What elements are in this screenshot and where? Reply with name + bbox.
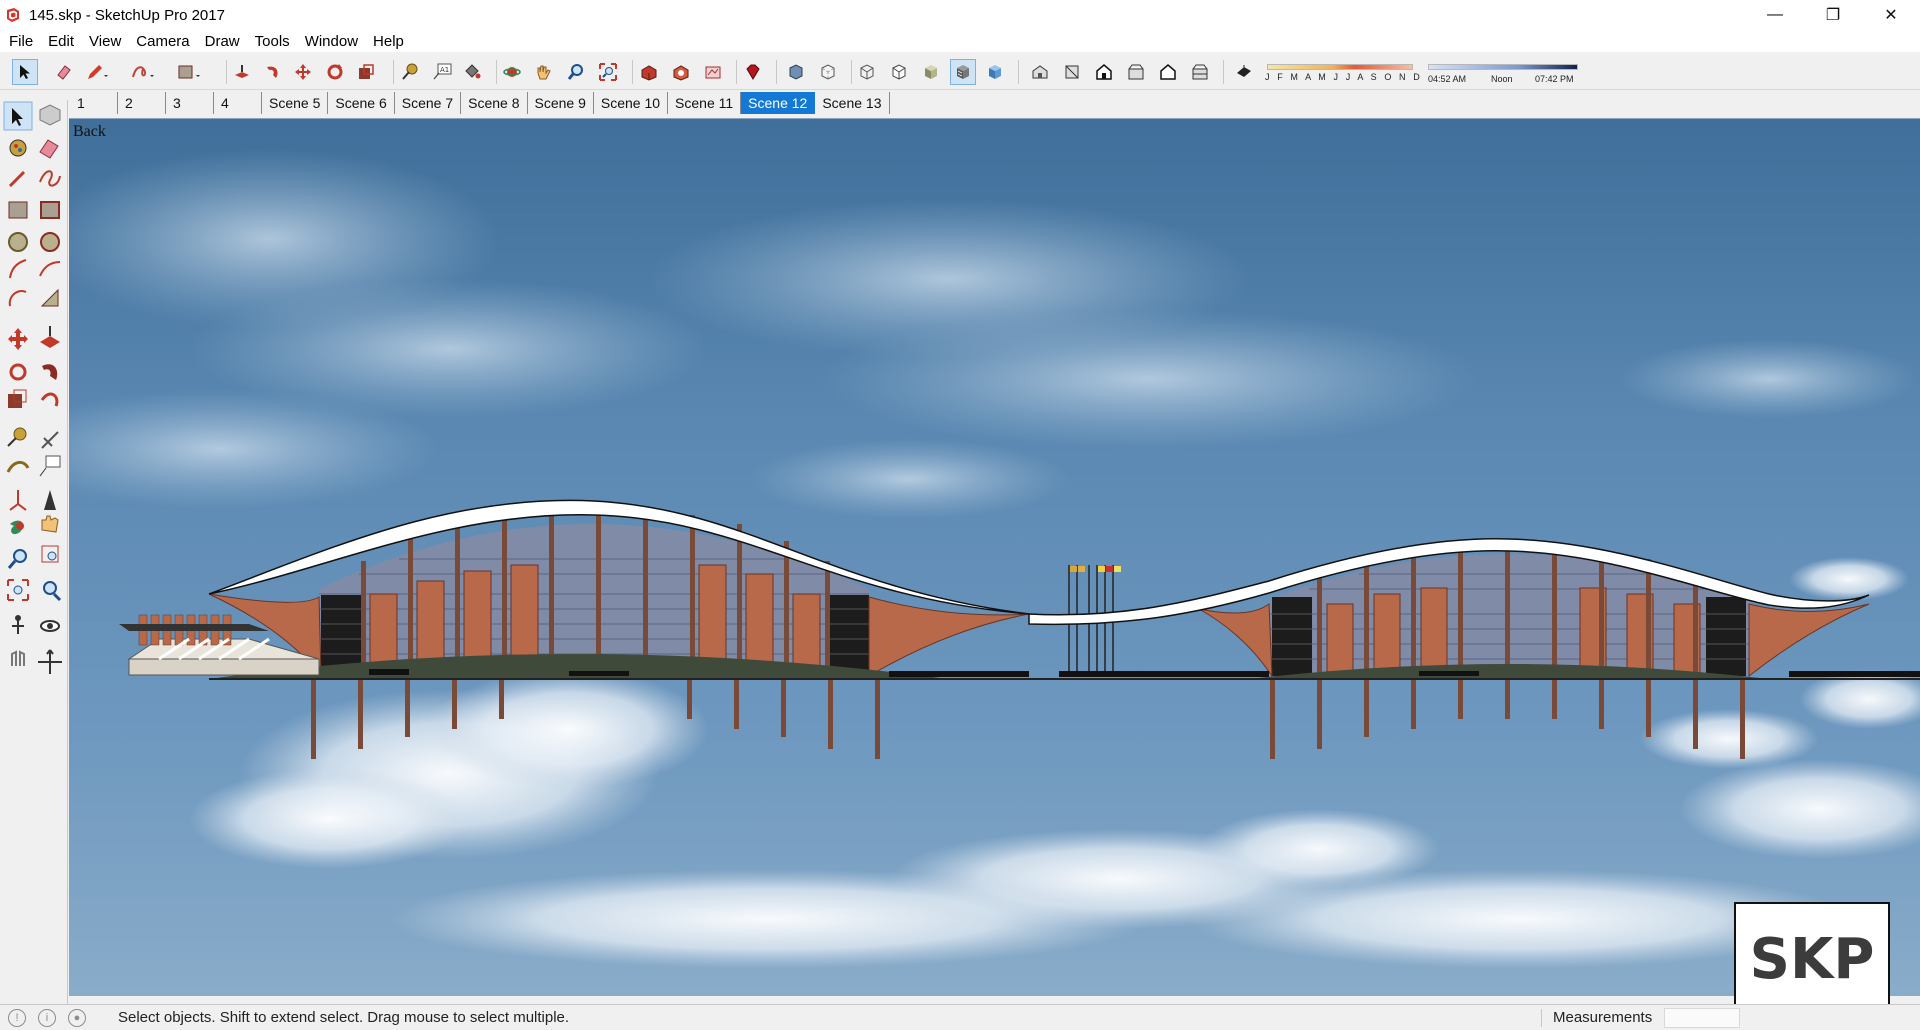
follow-me-icon[interactable] [260, 59, 286, 85]
minimize-button[interactable]: — [1746, 0, 1804, 30]
move-icon[interactable] [290, 59, 316, 85]
shadows-toggle-icon[interactable] [1231, 59, 1257, 85]
tape-measure-icon[interactable] [397, 59, 423, 85]
pan-icon[interactable] [530, 59, 556, 85]
menu-tools[interactable]: Tools [248, 33, 298, 50]
text-icon[interactable]: A1 [429, 59, 455, 85]
scene-tab-5[interactable]: Scene 5 [262, 92, 329, 114]
svg-text:A1: A1 [440, 66, 449, 74]
model-scene [69, 149, 1920, 969]
xray-icon[interactable] [783, 59, 809, 85]
iso-view-icon[interactable] [1027, 59, 1053, 85]
skp-watermark-logo: SKP [1734, 902, 1890, 1020]
front-view-icon[interactable] [1091, 59, 1117, 85]
menu-edit[interactable]: Edit [41, 33, 82, 50]
measurements-input[interactable] [1664, 1008, 1740, 1028]
extension-warehouse-icon[interactable] [668, 59, 694, 85]
time-noon-label: Noon [1491, 74, 1513, 84]
top-view-icon[interactable] [1059, 59, 1085, 85]
status-bar: ! i ● Select objects. Shift to extend se… [0, 1004, 1920, 1030]
scene-tab-10[interactable]: Scene 10 [594, 92, 669, 114]
warehouse-icon[interactable] [636, 59, 662, 85]
push-pull-icon[interactable] [229, 59, 255, 85]
main-toolbar: A1 [0, 52, 1920, 90]
ruby-icon[interactable] [740, 59, 766, 85]
rectangle-icon[interactable] [176, 59, 202, 85]
scene-tab-4[interactable]: 4 [214, 92, 262, 114]
monochrome-icon[interactable] [982, 59, 1008, 85]
measurements-label: Measurements [1553, 1009, 1653, 1026]
shaded-icon[interactable] [918, 59, 944, 85]
send-to-layout-icon[interactable] [700, 59, 726, 85]
model-viewport[interactable]: Back [69, 118, 1920, 996]
time-slider[interactable] [1428, 64, 1578, 70]
menu-window[interactable]: Window [298, 33, 366, 50]
back-view-icon[interactable] [1155, 59, 1181, 85]
menu-file[interactable]: File [2, 33, 41, 50]
menu-camera[interactable]: Camera [129, 33, 197, 50]
zoom-extents-icon[interactable] [595, 59, 621, 85]
scene-tab-13[interactable]: Scene 13 [815, 92, 890, 114]
freehand-icon[interactable] [130, 59, 156, 85]
scene-tab-3[interactable]: 3 [166, 92, 214, 114]
window-title: 145.skp - SketchUp Pro 2017 [29, 6, 225, 24]
paint-bucket-icon[interactable] [459, 59, 485, 85]
scene-tab-7[interactable]: Scene 7 [395, 92, 462, 114]
shaded-textures-icon[interactable] [950, 59, 976, 85]
scene-tabs: 1 2 3 4 Scene 5 Scene 6 Scene 7 Scene 8 … [70, 92, 890, 114]
menu-bar: File Edit View Camera Draw Tools Window … [0, 30, 1920, 52]
status-hint: Select objects. Shift to extend select. … [118, 1009, 570, 1026]
scene-tab-12[interactable]: Scene 12 [741, 92, 816, 114]
view-label: Back [73, 123, 106, 140]
scene-tab-9[interactable]: Scene 9 [528, 92, 594, 114]
tool-palette [0, 100, 68, 1012]
maximize-button[interactable]: ❐ [1804, 0, 1862, 30]
scene-tab-2[interactable]: 2 [118, 92, 166, 114]
orbit-icon[interactable] [499, 59, 525, 85]
hidden-line-icon[interactable] [886, 59, 912, 85]
status-separator [1541, 1009, 1542, 1027]
scene-tab-1[interactable]: 1 [70, 92, 118, 114]
back-edges-icon[interactable] [815, 59, 841, 85]
user-icon[interactable]: ● [68, 1008, 86, 1027]
time-start-label: 04:52 AM [1428, 74, 1467, 84]
scene-tab-11[interactable]: Scene 11 [668, 92, 742, 114]
eraser-icon[interactable] [51, 59, 77, 85]
right-view-icon[interactable] [1123, 59, 1149, 85]
palette-icons [3, 101, 62, 674]
zoom-icon[interactable] [563, 59, 589, 85]
title-bar: 145.skp - SketchUp Pro 2017 — ❐ ✕ [0, 0, 1920, 30]
month-slider[interactable] [1267, 64, 1413, 70]
pencil-icon[interactable] [84, 59, 110, 85]
scale-icon[interactable] [353, 59, 379, 85]
wireframe-icon[interactable] [854, 59, 880, 85]
menu-draw[interactable]: Draw [198, 33, 248, 50]
close-button[interactable]: ✕ [1862, 0, 1920, 30]
select-icon[interactable] [12, 59, 38, 85]
geo-location-icon[interactable]: ! [8, 1008, 26, 1027]
shadow-settings: J F M A M J J A S O N D 04:52 AM Noon 07… [1265, 62, 1585, 86]
window-controls: — ❐ ✕ [1746, 0, 1920, 30]
rotate-icon[interactable] [322, 59, 348, 85]
sketchup-logo-icon [7, 8, 19, 22]
menu-view[interactable]: View [82, 33, 129, 50]
left-view-icon[interactable] [1187, 59, 1213, 85]
scene-tab-6[interactable]: Scene 6 [328, 92, 395, 114]
scene-tab-8[interactable]: Scene 8 [461, 92, 528, 114]
time-end-label: 07:42 PM [1535, 74, 1574, 84]
menu-help[interactable]: Help [366, 33, 412, 50]
month-labels: J F M A M J J A S O N D [1265, 72, 1423, 82]
credits-icon[interactable]: i [38, 1008, 56, 1027]
